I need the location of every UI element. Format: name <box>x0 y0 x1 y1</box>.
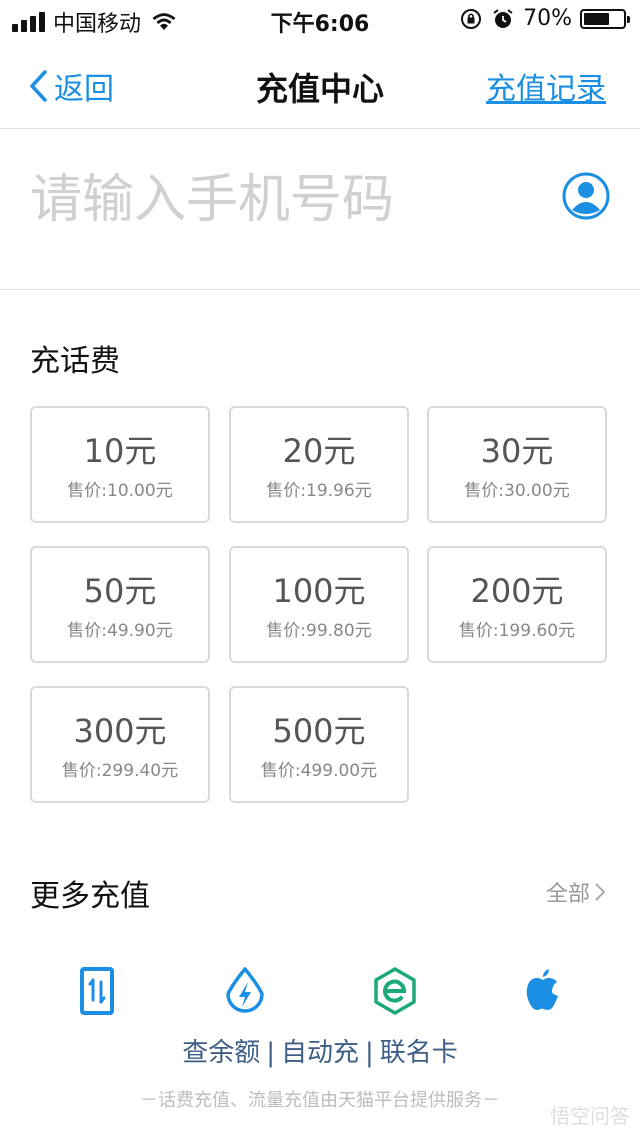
option-price: 售价:299.40元 <box>61 761 179 781</box>
phone-input-row <box>0 129 640 290</box>
records-link[interactable]: 充值记录 <box>486 64 606 108</box>
check-balance-link[interactable]: 查余额 <box>182 1038 260 1068</box>
auto-topup-icon[interactable] <box>220 966 270 1016</box>
option-amount: 200元 <box>470 572 564 610</box>
cobrand-card-link[interactable]: 联名卡 <box>380 1038 458 1068</box>
option-price: 售价:49.90元 <box>67 621 173 641</box>
option-price: 售价:10.00元 <box>67 481 173 501</box>
watermark: 悟空问答 <box>550 1104 630 1128</box>
link-separator: | <box>365 1038 374 1068</box>
topup-option-500[interactable]: 500元 售价:499.00元 <box>229 686 409 803</box>
chevron-left-icon <box>30 70 47 102</box>
option-amount: 100元 <box>272 572 366 610</box>
topup-section-title: 充话费 <box>30 344 120 379</box>
topup-option-20[interactable]: 20元 售价:19.96元 <box>229 406 409 523</box>
option-amount: 30元 <box>480 432 554 470</box>
option-price: 售价:99.80元 <box>266 621 372 641</box>
battery-percent: 70% <box>523 6 572 31</box>
alarm-icon <box>493 8 513 28</box>
cobrand-card-icon[interactable] <box>370 966 420 1016</box>
option-price: 售价:19.96元 <box>266 481 372 501</box>
phone-number-input[interactable] <box>30 165 530 235</box>
option-price: 售价:499.00元 <box>260 761 378 781</box>
topup-option-100[interactable]: 100元 售价:99.80元 <box>229 546 409 663</box>
more-section-title: 更多充值 <box>30 879 150 914</box>
option-amount: 50元 <box>83 572 157 610</box>
service-footer: －话费充值、流量充值由天猫平台提供服务－ <box>140 1090 500 1111</box>
option-price: 售价:30.00元 <box>464 481 570 501</box>
option-amount: 300元 <box>73 712 167 750</box>
battery-icon <box>580 8 630 29</box>
topup-option-50[interactable]: 50元 售价:49.90元 <box>30 546 210 663</box>
chevron-right-icon <box>595 883 606 901</box>
phone-balance-icon[interactable] <box>72 966 122 1016</box>
status-bar: 中国移动 下午6:06 70% <box>0 0 640 40</box>
option-amount: 500元 <box>272 712 366 750</box>
back-button[interactable]: 返回 <box>28 64 114 108</box>
option-amount: 20元 <box>282 432 356 470</box>
quick-links: 查余额 | 自动充 | 联名卡 <box>0 1032 640 1069</box>
topup-option-10[interactable]: 10元 售价:10.00元 <box>30 406 210 523</box>
link-separator: | <box>266 1038 275 1068</box>
back-label: 返回 <box>54 72 114 107</box>
view-all-label: 全部 <box>545 882 590 907</box>
nav-bar: 返回 充值中心 充值记录 <box>0 44 640 129</box>
status-right: 70% <box>459 6 630 31</box>
topup-option-300[interactable]: 300元 售价:299.40元 <box>30 686 210 803</box>
topup-option-30[interactable]: 30元 售价:30.00元 <box>427 406 607 523</box>
topup-option-200[interactable]: 200元 售价:199.60元 <box>427 546 607 663</box>
contact-icon[interactable] <box>562 172 610 220</box>
option-amount: 10元 <box>83 432 157 470</box>
apple-icon[interactable] <box>518 966 568 1016</box>
auto-topup-link[interactable]: 自动充 <box>281 1038 359 1068</box>
view-all-button[interactable]: 全部 <box>546 876 606 908</box>
rotation-lock-icon <box>461 8 482 29</box>
option-price: 售价:199.60元 <box>458 621 576 641</box>
